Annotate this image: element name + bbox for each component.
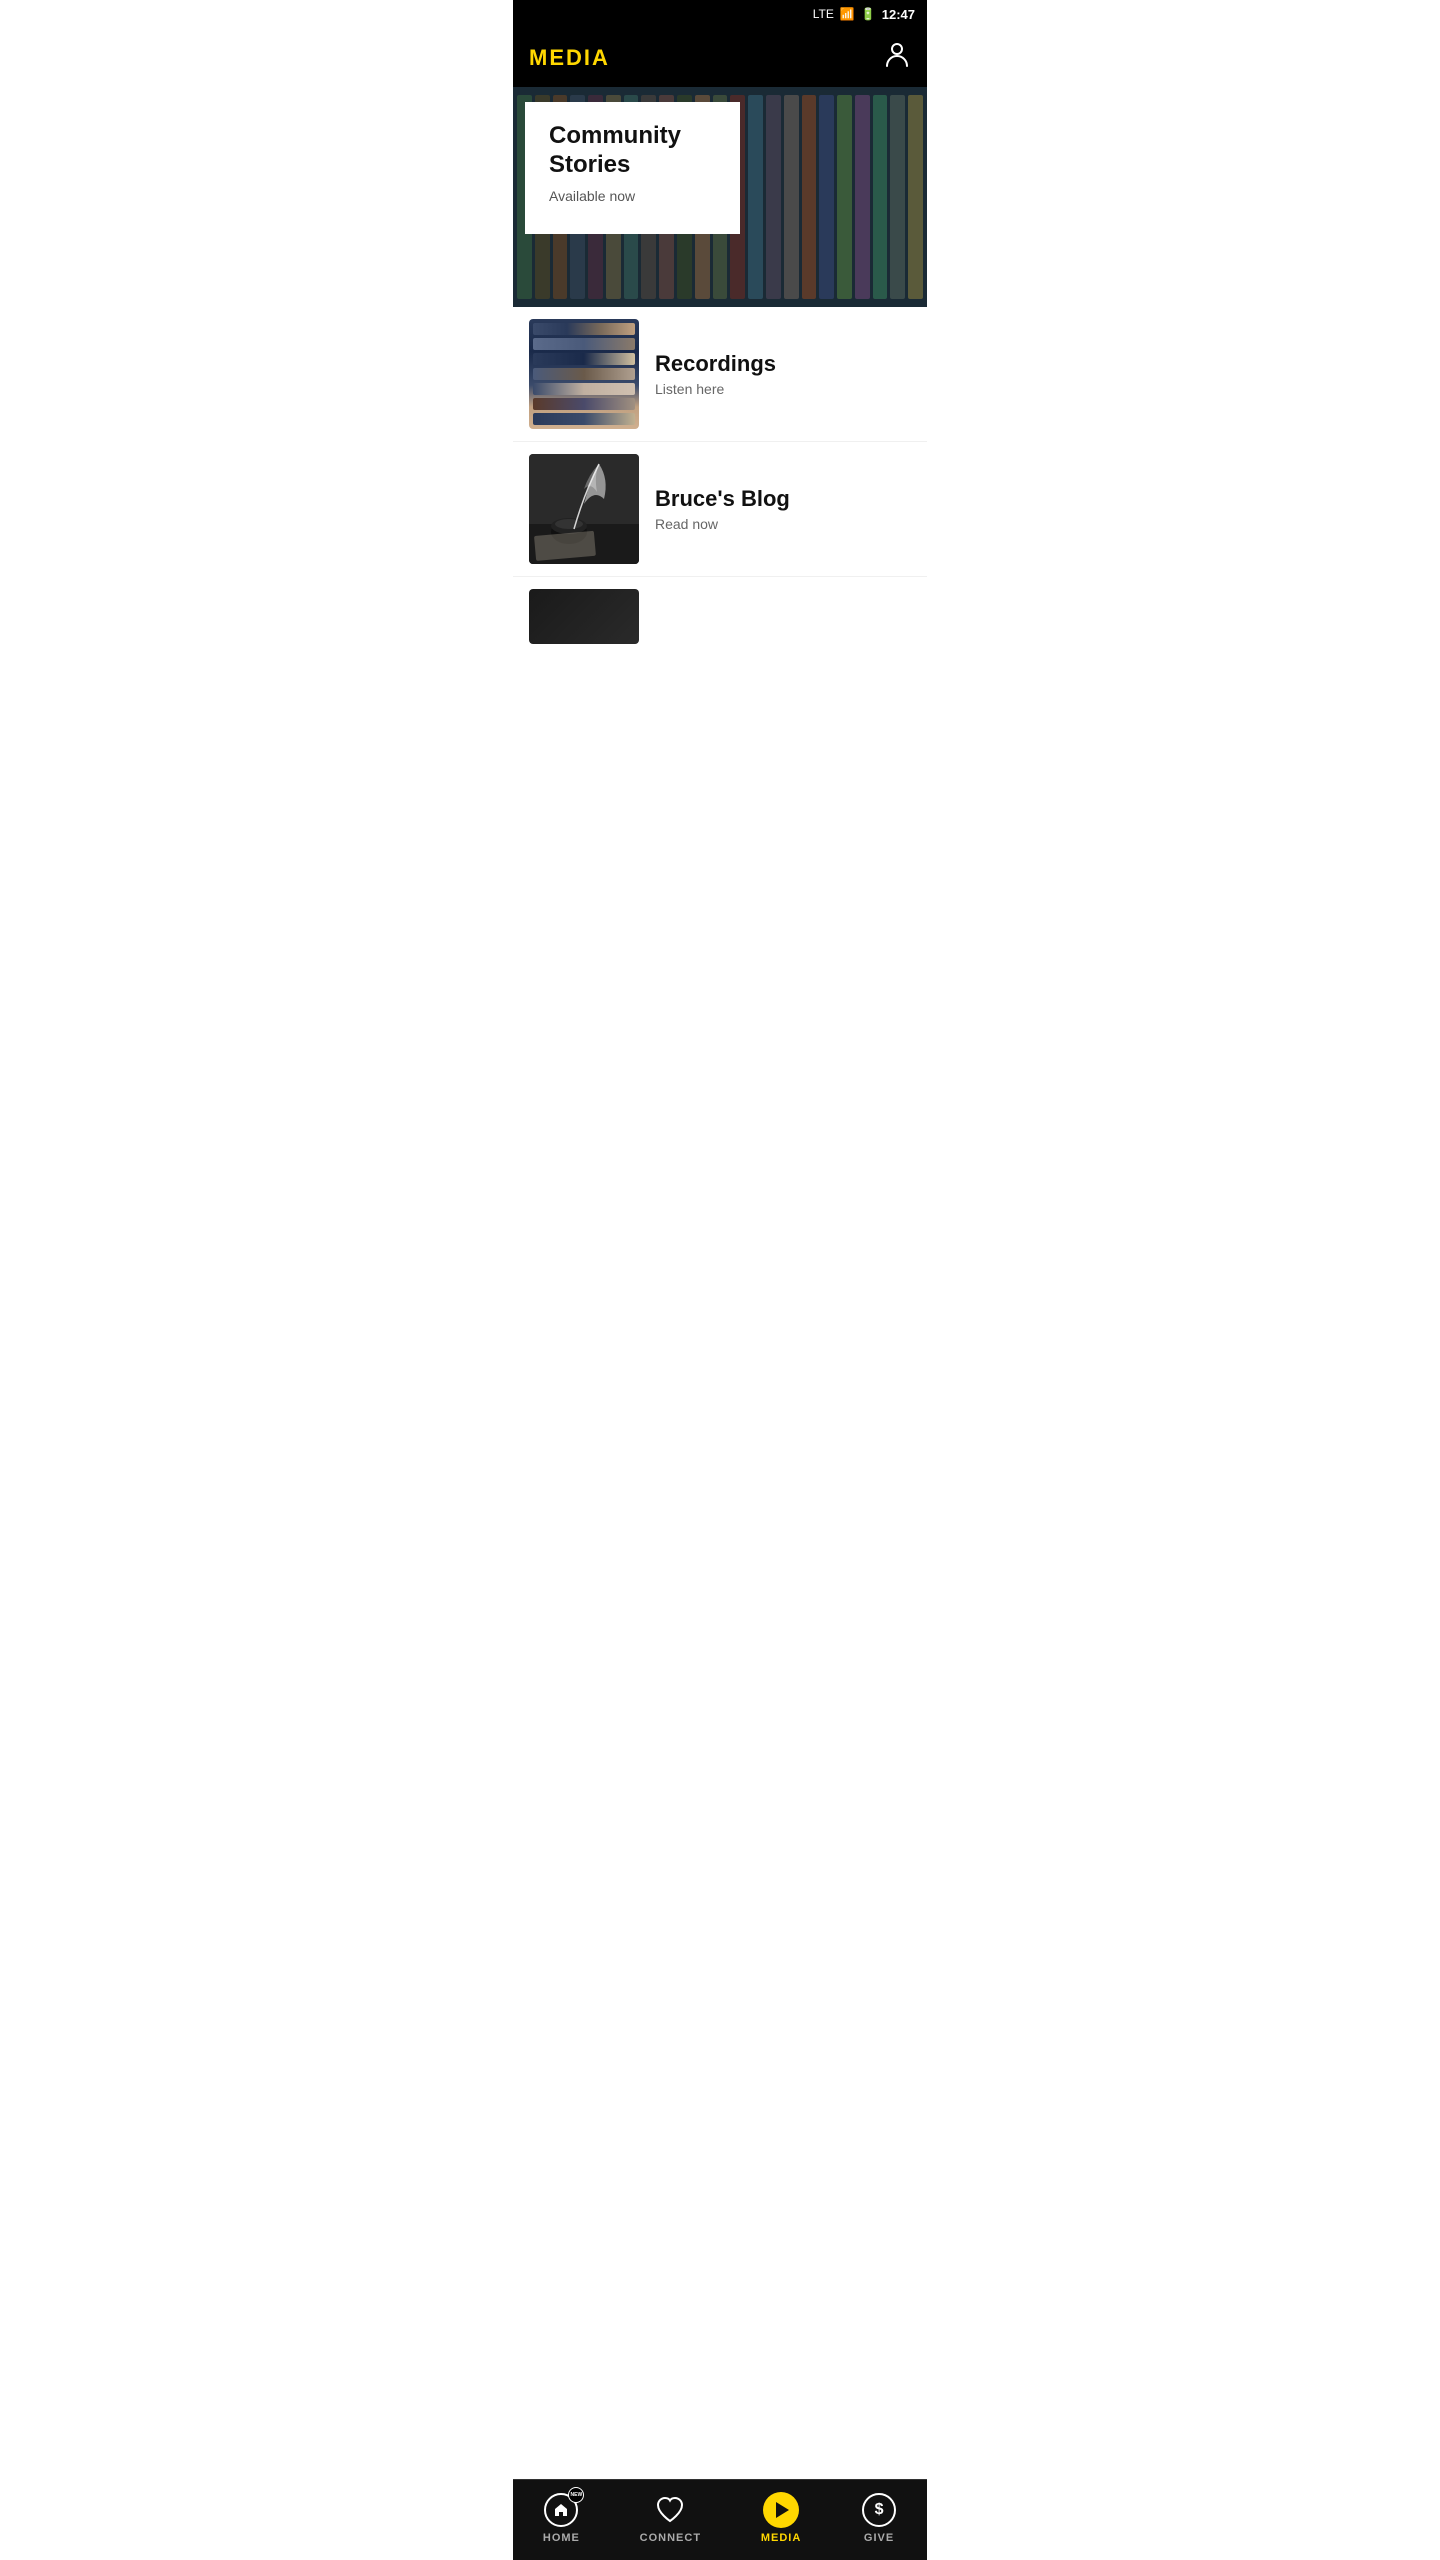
status-network: LTE — [813, 7, 834, 21]
recordings-item[interactable]: Recordings Listen here — [513, 307, 927, 442]
profile-icon[interactable] — [883, 40, 911, 75]
community-item-partial[interactable] — [513, 577, 927, 644]
home-nav-icon: NEW — [543, 2492, 579, 2528]
app-header: MEDIA — [513, 28, 927, 87]
recordings-subtitle: Listen here — [655, 381, 911, 397]
media-nav-icon — [763, 2492, 799, 2528]
new-badge: NEW — [568, 2487, 584, 2503]
hero-card-title: CommunityStories — [549, 122, 716, 180]
bruces-blog-thumbnail — [529, 454, 639, 564]
bruces-blog-info: Bruce's Blog Read now — [655, 486, 911, 532]
home-nav-label: HOME — [543, 2532, 580, 2544]
connect-nav-label: CONNECT — [640, 2532, 701, 2544]
recordings-info: Recordings Listen here — [655, 351, 911, 397]
status-time: 12:47 — [882, 7, 915, 22]
community-stories-card[interactable]: CommunityStories Available now — [525, 102, 740, 234]
bruces-blog-title: Bruce's Blog — [655, 486, 911, 512]
bottom-navigation: NEW HOME CONNECT MEDIA $ GIVE — [513, 2479, 927, 2560]
nav-give[interactable]: $ GIVE — [845, 2488, 913, 2548]
nav-connect[interactable]: CONNECT — [624, 2488, 717, 2548]
content-list: Recordings Listen here — [513, 307, 927, 2560]
recordings-title: Recordings — [655, 351, 911, 377]
community-thumbnail-partial — [529, 589, 639, 644]
media-nav-label: MEDIA — [761, 2532, 801, 2544]
give-nav-label: GIVE — [864, 2532, 894, 2544]
bruces-blog-subtitle: Read now — [655, 516, 911, 532]
page-title: MEDIA — [529, 45, 610, 71]
recordings-thumbnail — [529, 319, 639, 429]
nav-home[interactable]: NEW HOME — [527, 2488, 596, 2548]
bruces-blog-item[interactable]: Bruce's Blog Read now — [513, 442, 927, 577]
status-signal: 📶 — [840, 7, 855, 21]
status-bar: LTE 📶 🔋 12:47 — [513, 0, 927, 28]
connect-nav-icon — [652, 2492, 688, 2528]
give-nav-icon: $ — [861, 2492, 897, 2528]
status-battery: 🔋 — [861, 7, 876, 21]
nav-media[interactable]: MEDIA — [745, 2488, 817, 2548]
hero-banner[interactable]: CommunityStories Available now — [513, 87, 927, 307]
hero-card-subtitle: Available now — [549, 188, 716, 204]
